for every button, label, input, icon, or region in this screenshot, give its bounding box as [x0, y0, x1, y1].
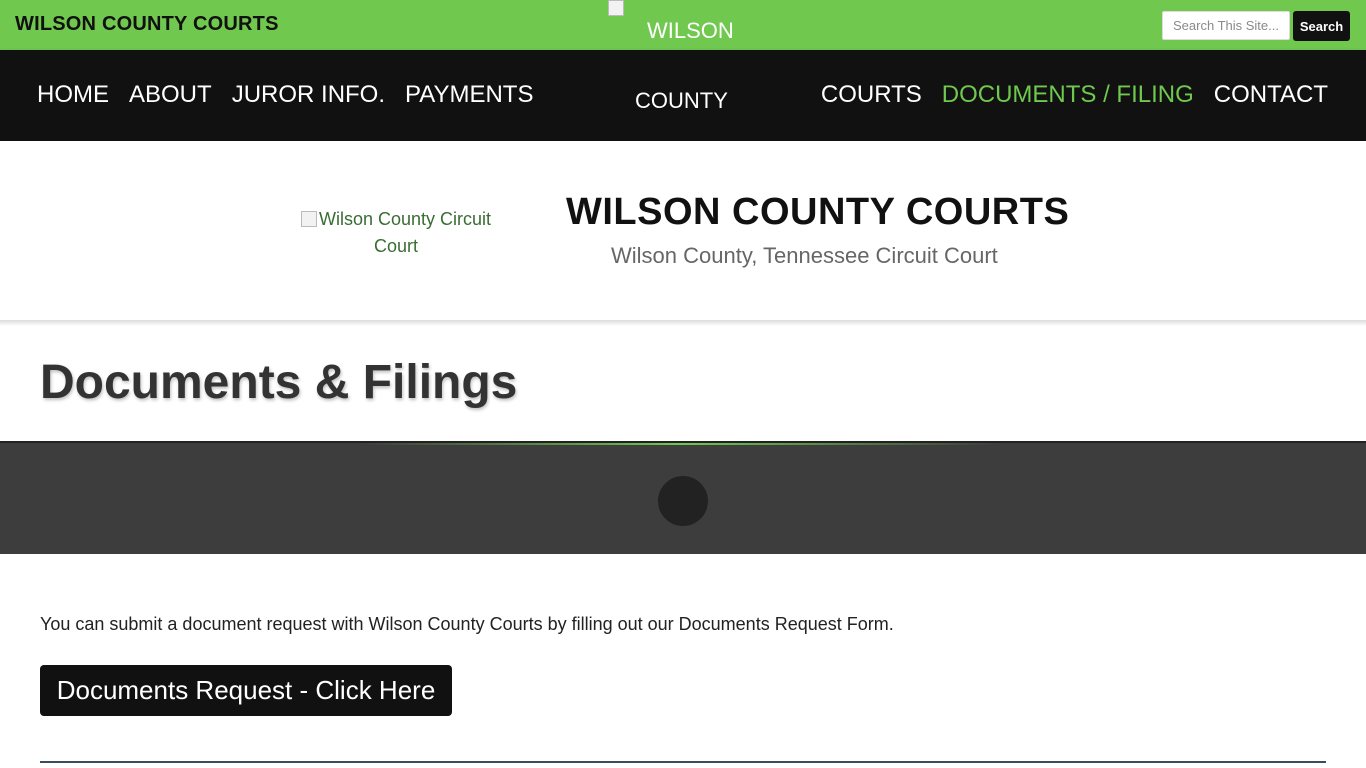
nav-item-documents-filing[interactable]: DOCUMENTS / FILING	[942, 80, 1194, 110]
page-title: Documents & Filings	[40, 356, 518, 409]
documents-request-button[interactable]: Documents Request - Click Here	[40, 665, 452, 716]
logo-alt-text-line1: WILSON	[647, 18, 734, 43]
nav-item-courts[interactable]: COURTS	[821, 80, 922, 110]
body-text: You can submit a document request with W…	[40, 614, 894, 634]
circuit-court-logo[interactable]: Wilson County Circuit Court	[296, 206, 496, 260]
search-form: Search	[1162, 11, 1350, 41]
broken-image-icon	[300, 211, 317, 227]
nav-item-home[interactable]: HOME	[37, 80, 109, 110]
logo-alt-text-line2: COUNTY	[635, 88, 728, 113]
hero-subtitle: Wilson County, Tennessee Circuit Court	[611, 243, 998, 268]
header-divider	[0, 320, 1366, 326]
search-input[interactable]	[1162, 11, 1290, 40]
nav-item-contact[interactable]: CONTACT	[1214, 80, 1328, 110]
band-circle-icon	[658, 476, 708, 526]
nav-right: COURTS DOCUMENTS / FILING CONTACT	[821, 80, 1328, 110]
circuit-court-logo-alt: Wilson County Circuit Court	[318, 209, 492, 256]
search-button[interactable]: Search	[1293, 11, 1350, 41]
hero-header: Wilson County Circuit Court WILSON COUNT…	[0, 141, 1366, 323]
hero-title: WILSON COUNTY COURTS	[566, 191, 1070, 233]
nav-item-about[interactable]: ABOUT	[129, 80, 212, 110]
center-logo[interactable]: WILSON COUNTY	[608, 0, 758, 120]
band-accent-line	[360, 443, 1000, 445]
broken-image-icon	[608, 0, 624, 16]
nav-item-juror-info[interactable]: JUROR INFO.	[232, 80, 385, 110]
nav-item-payments[interactable]: PAYMENTS	[405, 80, 533, 110]
nav-left: HOME ABOUT JUROR INFO. PAYMENTS	[37, 80, 533, 110]
content-divider	[40, 761, 1326, 763]
site-name[interactable]: WILSON COUNTY COURTS	[15, 13, 279, 36]
dark-band	[0, 441, 1366, 554]
